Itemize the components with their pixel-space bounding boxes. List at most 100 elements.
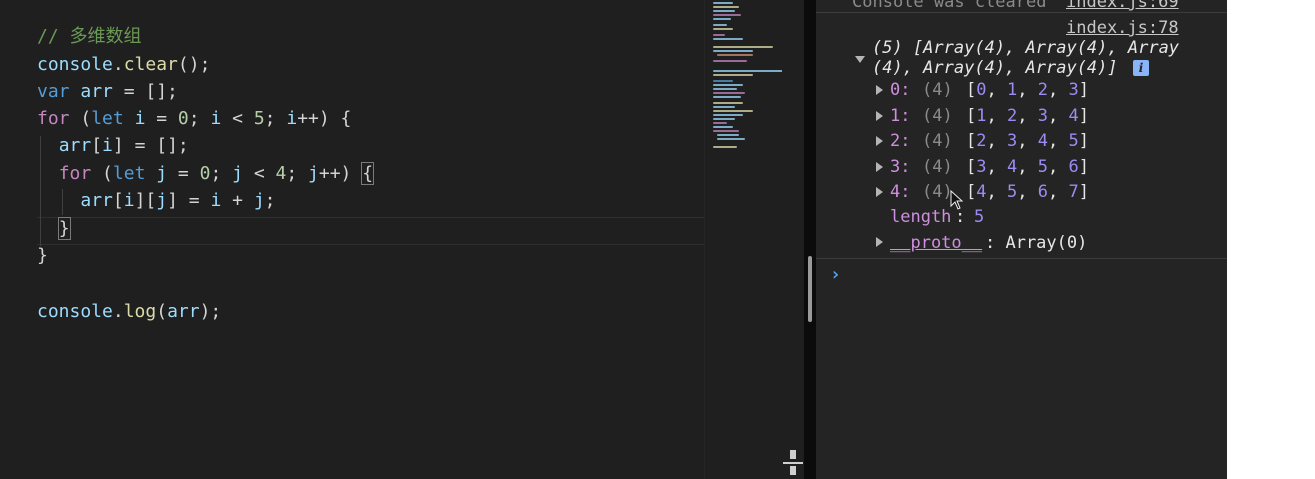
code-token: ++) <box>318 163 363 184</box>
minimap-line <box>713 146 737 148</box>
code-token: log <box>123 301 157 322</box>
minimap-line <box>713 2 733 4</box>
minimap-line <box>713 60 747 62</box>
array-entry-index[interactable]: 0: <box>890 78 910 102</box>
array-entry-length: (4) <box>922 131 953 151</box>
expand-icon[interactable] <box>876 136 883 146</box>
code-token: arr <box>167 301 200 322</box>
minimap-line <box>713 118 735 120</box>
info-icon[interactable]: i <box>1133 60 1149 76</box>
array-summary-line-2[interactable]: (4), Array(4), Array(4)] <box>872 56 1118 80</box>
code-token: arr <box>80 190 113 211</box>
minimap-line <box>713 18 731 20</box>
code-line[interactable]: console.log(arr); <box>37 299 221 325</box>
code-token: ( <box>69 108 92 129</box>
code-line[interactable]: arr[i][j] = i + j; <box>37 188 275 214</box>
minimap-line <box>713 110 753 112</box>
code-token: ); <box>199 301 222 322</box>
console-cleared-message: Console was cleared <box>852 0 1047 12</box>
array-entry-values: [3, 4, 5, 6] <box>966 156 1089 177</box>
code-line[interactable]: var arr = []; <box>37 79 178 105</box>
console-prompt-icon[interactable]: › <box>830 264 841 285</box>
collapse-icon[interactable] <box>855 56 865 63</box>
code-token: ; <box>264 108 287 129</box>
code-token: j <box>308 163 319 184</box>
code-line[interactable]: console.clear(); <box>37 52 210 78</box>
minimap-line <box>713 80 733 82</box>
expand-icon[interactable] <box>876 237 883 247</box>
minimap-line <box>713 6 739 8</box>
code-token: + <box>221 190 254 211</box>
code-token: 0 <box>199 163 211 184</box>
minimap-line <box>713 38 743 40</box>
code-line[interactable]: for (let i = 0; i < 5; i++) { <box>37 106 351 132</box>
array-entry-index[interactable]: 3: <box>890 155 910 179</box>
minimap[interactable] <box>704 0 783 479</box>
cleared-source-link[interactable]: index.js:69 <box>1066 0 1179 14</box>
expand-icon[interactable] <box>876 85 883 95</box>
code-token: arr <box>58 135 92 156</box>
code-token: i <box>210 190 222 211</box>
proto-key[interactable]: __proto__ <box>890 231 982 255</box>
array-entry-values: [1, 2, 3, 4] <box>966 105 1089 126</box>
code-token: [ <box>91 135 103 156</box>
code-token: ( <box>91 163 113 184</box>
code-token: i <box>286 108 298 129</box>
code-token: i <box>210 108 222 129</box>
array-entry-length: (4) <box>922 105 953 126</box>
code-token: = []; <box>112 81 178 102</box>
code-token: (); <box>177 54 211 75</box>
code-token: j <box>253 190 265 211</box>
minimap-line <box>717 138 745 140</box>
array-entry-index[interactable]: 1: <box>890 104 910 128</box>
split-editor-icon[interactable] <box>783 450 803 475</box>
code-token: for <box>58 163 92 184</box>
minimap-line <box>713 74 753 76</box>
array-entry-index[interactable]: 2: <box>890 129 910 153</box>
minimap-line <box>713 46 773 48</box>
array-entry-values: [4, 5, 6, 7] <box>966 182 1089 202</box>
code-line[interactable]: } <box>37 216 71 242</box>
length-key: length <box>890 207 952 227</box>
code-token: j <box>156 190 168 211</box>
array-entry-length: (4) <box>922 182 953 202</box>
minimap-line <box>713 10 735 12</box>
expand-icon[interactable] <box>876 110 883 121</box>
code-token: j <box>156 163 168 184</box>
code-token: < <box>242 163 276 184</box>
code-token: i <box>123 190 135 211</box>
code-token: = <box>167 163 200 184</box>
scrollbar-thumb[interactable] <box>808 256 812 322</box>
code-token: = <box>145 108 178 129</box>
minimap-line <box>713 114 743 116</box>
array-entry-index[interactable]: 4: <box>890 180 910 204</box>
code-token: 0 <box>177 108 189 129</box>
code-token: // 多维数组 <box>37 26 142 47</box>
expand-icon[interactable] <box>876 161 883 172</box>
minimap-line <box>713 88 737 90</box>
code-editor[interactable]: // 多维数组 console.clear(); var arr = []; for … <box>0 0 704 479</box>
editor-scrollbar[interactable] <box>782 0 804 479</box>
panel-divider[interactable] <box>804 0 816 479</box>
code-token: } <box>37 245 48 266</box>
code-line[interactable]: for (let j = 0; j < 4; j++) { <box>37 161 375 187</box>
code-line[interactable]: // 多维数组 <box>37 24 142 50</box>
code-line[interactable]: arr[i] = []; <box>37 133 189 159</box>
minimap-line <box>713 92 745 94</box>
code-line[interactable]: } <box>37 243 48 269</box>
code-token: ; <box>210 163 233 184</box>
array-entry-length: (4) <box>922 156 953 177</box>
code-token: 4 <box>275 163 287 184</box>
length-value: 5 <box>974 207 985 227</box>
console-input[interactable] <box>848 264 1227 479</box>
minimap-line <box>713 122 727 124</box>
expand-icon[interactable] <box>876 187 883 197</box>
code-token: ; <box>286 163 309 184</box>
code-token: for <box>37 108 70 129</box>
minimap-line <box>713 28 733 30</box>
